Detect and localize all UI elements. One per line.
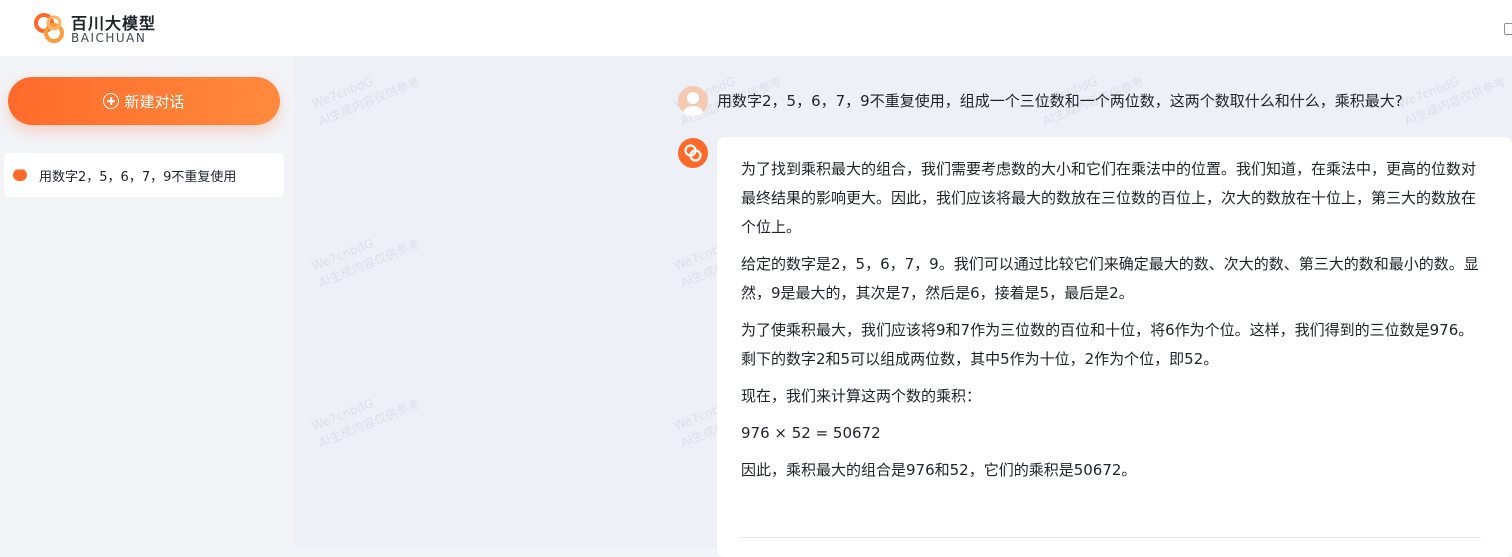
assistant-answer-card: 为了找到乘积最大的组合，我们需要考虑数的大小和它们在乘法中的位置。我们知道，在乘… [717,137,1512,557]
answer-paragraph: 现在，我们来计算这两个数的乘积： [741,387,982,405]
user-message: 用数字2，5，6，7，9不重复使用，组成一个三位数和一个两位数，这两个数取什么和… [717,92,1403,110]
answer-paragraph: 为了找到乘积最大的组合，我们需要考虑数的大小和它们在乘法中的位置。我们知道，在乘… [741,160,1477,236]
watermark: We7cnbdGAI生成内容仅供参考 [1395,57,1508,130]
watermark-text: AI生成内容仅供参考 [316,396,422,451]
watermark: We7cnbdGAI生成内容仅供参考 [309,218,422,292]
watermark-text: AI生成内容仅供参考 [316,74,422,129]
watermark-code: We7cnbdG [309,236,376,274]
baichuan-bot-icon [684,144,702,162]
watermark-text: AI生成内容仅供参考 [316,236,422,291]
sidebar: 新建对话 用数字2，5，6，7，9不重复使用 [0,57,294,548]
window-icon[interactable] [1504,23,1512,35]
user-avatar [678,86,708,116]
watermark: We7cnbdGAI生成内容仅供参考 [309,378,422,452]
answer-paragraph: 为了使乘积最大，我们应该将9和7作为三位数的百位和十位，将6作为个位。这样，我们… [741,321,1474,368]
answer-paragraph: 给定的数字是2，5，6，7，9。我们可以通过比较它们来确定最大的数、次大的数、第… [741,255,1479,302]
bot-avatar [678,138,708,168]
new-chat-label: 新建对话 [124,92,185,111]
answer-paragraph: 因此，乘积最大的组合是976和52，它们的乘积是50672。 [741,461,1137,479]
plus-circle-icon [103,93,120,109]
top-bar: 百川大模型 BAICHUAN [0,0,1512,57]
brand-subtitle: BAICHUAN [71,31,147,45]
new-chat-button[interactable]: 新建对话 [8,77,280,125]
history-item-label: 用数字2，5，6，7，9不重复使用 [39,169,237,185]
watermark-code: We7cnbdG [309,74,376,112]
chat-bubble-icon [13,163,27,181]
watermark: We7cnbdGAI生成内容仅供参考 [309,57,422,130]
watermark-text: AI生成内容仅供参考 [1402,74,1508,129]
watermark-code: We7cnbdG [309,396,376,434]
answer-equation: 976 × 52 = 50672 [741,424,881,442]
history-item[interactable]: 用数字2，5，6，7，9不重复使用 [4,153,284,197]
watermark-code: We7cnbdG [1395,74,1462,112]
divider [741,537,1481,538]
baichuan-logo-icon[interactable] [33,12,65,44]
